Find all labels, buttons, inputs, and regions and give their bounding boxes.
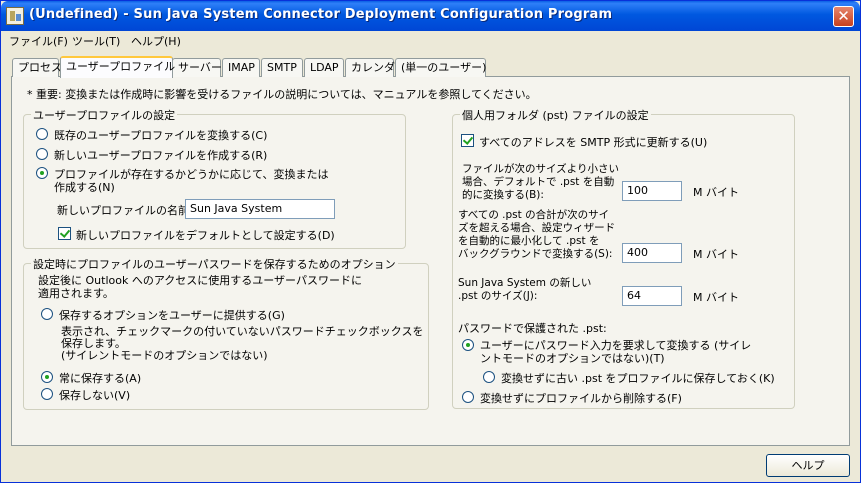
radio-convert-existing-label[interactable]: 既存のユーザープロファイルを変換する(C) <box>54 127 267 143</box>
total-label-line2: ズを超える場合、設定ウィザード <box>458 222 616 234</box>
new-size-label-line2: .pst のサイズ(J): <box>458 290 538 302</box>
radio-keep-old-pst-label[interactable]: 変換せずに古い .pst をプロファイルに保存しておく(K) <box>501 370 775 386</box>
size-label-line1: ファイルが次のサイズより小さい <box>462 163 619 175</box>
total-label-line1: すべての .pst の合計が次のサイ <box>458 209 610 221</box>
tab-calendar[interactable]: カレンダ <box>345 58 395 77</box>
radio-convert-existing[interactable] <box>36 128 48 140</box>
tab-ldap[interactable]: LDAP <box>304 58 344 77</box>
radio-convert-or-create[interactable] <box>36 167 48 179</box>
checkbox-set-default-label[interactable]: 新しいプロファイルをデフォルトとして設定する(D) <box>76 227 335 243</box>
tab-user-profile[interactable]: ユーザープロファイル <box>60 56 175 78</box>
radio-always-save-label[interactable]: 常に保存する(A) <box>59 370 141 386</box>
tab-single-user[interactable]: (単一のユーザー) <box>395 58 486 77</box>
radio-never-save-label[interactable]: 保存しない(V) <box>59 387 130 403</box>
total-label-line3: を自動的に最小化して .pst を <box>458 235 600 247</box>
app-icon <box>6 7 24 25</box>
pst-size-unit: M バイト <box>693 186 739 199</box>
checkbox-smtp-format[interactable] <box>461 134 474 147</box>
profile-settings-title: ユーザープロファイルの設定 <box>31 107 178 123</box>
radio-always-save[interactable] <box>41 371 53 383</box>
offer-desc-line3: (サイレントモードのオプションではない) <box>61 349 268 362</box>
radio-remove-from-profile-label[interactable]: 変換せずにプロファイルから削除する(F) <box>480 390 682 406</box>
pst-total-input[interactable]: 400 <box>622 243 682 263</box>
help-button[interactable]: ヘルプ <box>766 454 850 477</box>
important-note: * 重要: 変換または作成時に影響を受けるファイルの説明については、マニュアルを… <box>27 88 537 101</box>
radio-prompt-password-label-line2[interactable]: ントモードのオプションではない)(T) <box>480 350 665 366</box>
checkbox-set-default[interactable] <box>58 227 71 240</box>
menu-help[interactable]: ヘルプ(H) <box>131 33 181 49</box>
pst-total-unit: M バイト <box>693 248 739 261</box>
title-bar[interactable]: (Undefined) - Sun Java System Connector … <box>1 1 860 31</box>
close-button[interactable]: ✕ <box>833 6 854 27</box>
radio-prompt-password[interactable] <box>462 339 474 351</box>
tab-imap[interactable]: IMAP <box>222 58 260 77</box>
radio-create-new[interactable] <box>36 148 48 160</box>
radio-keep-old-pst[interactable] <box>483 371 495 383</box>
radio-convert-or-create-label-line2[interactable]: 作成する(N) <box>54 179 115 195</box>
new-profile-name-input[interactable]: Sun Java System <box>185 199 335 219</box>
radio-offer-save[interactable] <box>41 308 53 320</box>
new-profile-name-label: 新しいプロファイルの名前 <box>57 204 189 217</box>
radio-never-save[interactable] <box>41 388 53 400</box>
main-window: (Undefined) - Sun Java System Connector … <box>0 0 861 483</box>
protected-pst-label: パスワードで保護された .pst: <box>458 322 607 335</box>
new-pst-size-unit: M バイト <box>693 291 739 304</box>
menu-file[interactable]: ファイル(F) <box>9 33 68 49</box>
radio-create-new-label[interactable]: 新しいユーザープロファイルを作成する(R) <box>54 147 267 163</box>
radio-remove-from-profile[interactable] <box>462 391 474 403</box>
window-title: (Undefined) - Sun Java System Connector … <box>29 7 613 22</box>
password-options-title: 設定時にプロファイルのユーザーパスワードを保存するためのオプション <box>31 256 398 272</box>
pst-size-input[interactable]: 100 <box>622 181 682 201</box>
tab-smtp[interactable]: SMTP <box>261 58 303 77</box>
radio-offer-save-label[interactable]: 保存するオプションをユーザーに提供する(G) <box>59 307 285 323</box>
tab-server[interactable]: サーバー <box>172 58 222 77</box>
size-label-line2: 場合、デフォルトで .pst を自動 <box>462 176 615 188</box>
pst-settings-title: 個人用フォルダ (pst) ファイルの設定 <box>460 107 651 123</box>
total-label-line4: バックグラウンドで変換する(S): <box>458 248 613 260</box>
new-size-label-line1: Sun Java System の新しい <box>458 277 592 289</box>
tab-process[interactable]: プロセス <box>12 58 62 77</box>
password-desc-line2: 適用されます。 <box>38 287 114 300</box>
size-label-line3: 的に変換する(B): <box>462 189 544 201</box>
new-pst-size-input[interactable]: 64 <box>622 286 682 306</box>
menu-bar: ファイル(F) ツール(T) ヘルプ(H) <box>1 31 860 50</box>
checkbox-smtp-format-label[interactable]: すべてのアドレスを SMTP 形式に更新する(U) <box>479 134 707 150</box>
menu-tool[interactable]: ツール(T) <box>72 33 120 49</box>
